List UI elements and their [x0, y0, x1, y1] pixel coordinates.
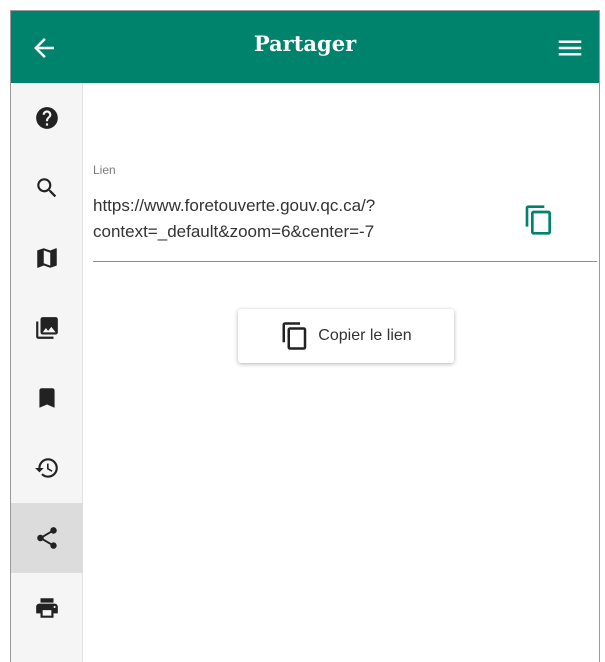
sidebar-item-layers[interactable]	[11, 293, 83, 363]
copy-link-button[interactable]: Copier le lien	[238, 309, 454, 363]
sidebar-item-bookmarks[interactable]	[11, 363, 83, 433]
hamburger-menu-icon	[558, 40, 582, 56]
link-field-label: Lien	[93, 163, 116, 177]
sidebar-item-map[interactable]	[11, 223, 83, 293]
app-header: Partager	[11, 11, 599, 83]
sidebar-item-search[interactable]	[11, 153, 83, 223]
sidebar-item-print[interactable]	[11, 573, 83, 643]
link-field[interactable]: https://www.foretouverte.gouv.qc.ca/? co…	[93, 193, 505, 245]
link-field-underline	[93, 261, 597, 262]
sidebar-item-history[interactable]	[11, 433, 83, 503]
print-icon	[36, 598, 58, 618]
bookmark-icon	[39, 388, 55, 408]
app-window: Partager Lien https://www.foretouverte.g…	[10, 10, 600, 662]
image-layers-icon	[36, 317, 58, 339]
menu-button[interactable]	[555, 33, 585, 63]
copy-link-button-label: Copier le lien	[318, 327, 412, 344]
copy-icon	[525, 205, 551, 235]
copy-link-icon-button[interactable]	[523, 203, 555, 237]
share-icon	[37, 527, 57, 549]
sidebar	[11, 83, 83, 662]
sidebar-item-share[interactable]	[11, 503, 83, 573]
page-title: Partager	[253, 31, 357, 56]
map-icon	[37, 248, 57, 268]
copy-icon	[282, 322, 307, 350]
share-panel: Lien https://www.foretouverte.gouv.qc.ca…	[83, 83, 599, 662]
search-icon	[37, 178, 57, 198]
help-icon	[36, 107, 58, 129]
sidebar-item-help[interactable]	[11, 83, 83, 153]
history-icon	[35, 458, 58, 478]
